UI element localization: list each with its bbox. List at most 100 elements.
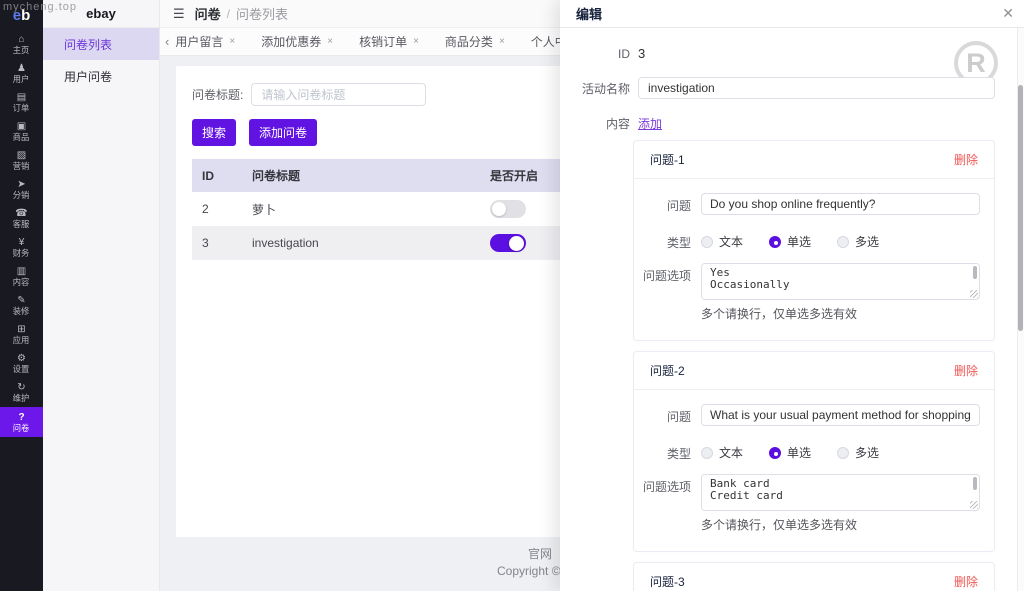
textarea-scrollbar[interactable] <box>973 477 977 490</box>
options-label: 问题选项 <box>634 263 691 284</box>
tab-goods-category[interactable]: 商品分类× <box>445 33 505 50</box>
radio-unchecked-icon <box>701 236 713 248</box>
add-questionnaire-button[interactable]: 添加问卷 <box>249 119 317 146</box>
textarea-scrollbar[interactable] <box>973 266 977 279</box>
watermark: mycheng.top <box>3 1 77 13</box>
breadcrumb-section: 问卷 <box>195 4 221 23</box>
home-icon: ⌂ <box>18 34 24 45</box>
question-card-2: 问题-2 删除 问题 类型 文本 单选 多选 <box>633 351 995 552</box>
rail-item-questionnaire[interactable]: ?问卷 <box>0 407 43 437</box>
radio-option-single[interactable]: 单选 <box>769 233 811 250</box>
goods-icon: ▣ <box>17 121 26 132</box>
footer-copyright: Copyright © <box>497 564 561 578</box>
search-input[interactable] <box>251 83 426 106</box>
search-button[interactable]: 搜索 <box>192 119 236 146</box>
drawer-scrollbar-track[interactable] <box>1017 28 1024 591</box>
textarea-resize-handle[interactable] <box>970 290 978 298</box>
header-id: ID <box>192 159 242 192</box>
close-icon[interactable]: × <box>229 36 235 47</box>
rail-item-marketing[interactable]: ▨营销 <box>0 146 43 175</box>
drawer-close-icon[interactable]: ✕ <box>1002 5 1014 21</box>
question-input[interactable] <box>701 193 980 215</box>
enable-toggle[interactable] <box>490 200 526 218</box>
enable-toggle[interactable] <box>490 234 526 252</box>
cell-id: 2 <box>192 192 242 226</box>
activity-name-label: 活动名称 <box>560 80 630 97</box>
options-label: 问题选项 <box>634 474 691 495</box>
rail-item-maintenance[interactable]: ↻维护 <box>0 378 43 407</box>
submenu-item-questionnaire-list[interactable]: 问卷列表 <box>43 28 159 60</box>
options-textarea[interactable]: Yes Occasionally <box>702 264 979 300</box>
delete-question-button[interactable]: 删除 <box>954 362 978 379</box>
header-title: 问卷标题 <box>242 159 480 192</box>
cell-title: 萝卜 <box>242 192 480 226</box>
collapse-menu-icon[interactable]: ☰ <box>173 6 185 22</box>
marketing-icon: ▨ <box>17 150 26 161</box>
tab-user-messages[interactable]: 用户留言× <box>175 33 235 50</box>
radio-checked-icon <box>769 236 781 248</box>
tab-scroll-left-icon[interactable]: ‹ <box>165 34 169 49</box>
rail-item-apps[interactable]: ⊞应用 <box>0 320 43 349</box>
icon-rail: eb ⌂主页 ♟用户 ▤订单 ▣商品 ▨营销 ➤分销 ☎客服 ¥财务 ▥内容 ✎… <box>0 0 43 591</box>
grid-icon: ⊞ <box>17 324 25 335</box>
rail-item-content[interactable]: ▥内容 <box>0 262 43 291</box>
bell-icon: ☎ <box>15 208 27 219</box>
rail-item-settings[interactable]: ⚙设置 <box>0 349 43 378</box>
options-textarea[interactable]: Bank card Credit card <box>702 475 979 511</box>
options-hint: 多个请换行，仅单选多选有效 <box>701 516 980 533</box>
question-card-3: 问题-3 删除 问题 <box>633 562 995 591</box>
tab-add-coupon[interactable]: 添加优惠券× <box>261 33 333 50</box>
submenu-item-user-questionnaire[interactable]: 用户问卷 <box>43 60 159 92</box>
drawer-title: 编辑 <box>576 4 602 23</box>
cell-id: 3 <box>192 226 242 260</box>
refresh-icon: ↻ <box>17 382 25 393</box>
delete-question-button[interactable]: 删除 <box>954 151 978 168</box>
question-card-title: 问题-1 <box>650 151 685 168</box>
add-question-link[interactable]: 添加 <box>638 115 662 132</box>
order-icon: ▤ <box>17 92 26 103</box>
delete-question-button[interactable]: 删除 <box>954 573 978 590</box>
question-cards: 问题-1 删除 问题 类型 文本 单选 多选 <box>633 140 995 591</box>
rail-item-home[interactable]: ⌂主页 <box>0 30 43 59</box>
edit-drawer: 编辑 ✕ R ID 3 活动名称 内容 添加 问题-1 删除 问题 <box>560 0 1024 591</box>
rail-item-finance[interactable]: ¥财务 <box>0 233 43 262</box>
radio-option-multi[interactable]: 多选 <box>837 233 879 250</box>
tab-verify-order[interactable]: 核销订单× <box>359 33 419 50</box>
close-icon[interactable]: × <box>413 36 419 47</box>
rail-item-service[interactable]: ☎客服 <box>0 204 43 233</box>
textarea-resize-handle[interactable] <box>970 501 978 509</box>
radio-option-multi[interactable]: 多选 <box>837 444 879 461</box>
close-icon[interactable]: × <box>499 36 505 47</box>
activity-name-input[interactable] <box>638 77 995 99</box>
rail-item-decoration[interactable]: ✎装修 <box>0 291 43 320</box>
user-icon: ♟ <box>17 63 26 74</box>
drawer-body: R ID 3 活动名称 内容 添加 问题-1 删除 问题 <box>560 28 1024 591</box>
rail-item-goods[interactable]: ▣商品 <box>0 117 43 146</box>
footer-site-link[interactable]: 官网 <box>528 545 552 562</box>
rail-item-users[interactable]: ♟用户 <box>0 59 43 88</box>
gear-icon: ⚙ <box>17 353 26 364</box>
breadcrumb-separator: / <box>227 7 230 21</box>
rail-item-orders[interactable]: ▤订单 <box>0 88 43 117</box>
question-label: 问题 <box>634 193 691 214</box>
radio-option-text[interactable]: 文本 <box>701 233 743 250</box>
paper-plane-icon: ➤ <box>17 179 25 190</box>
drawer-header: 编辑 ✕ <box>560 0 1024 28</box>
options-hint: 多个请换行，仅单选多选有效 <box>701 305 980 322</box>
radio-unchecked-icon <box>837 447 849 459</box>
question-card-title: 问题-2 <box>650 362 685 379</box>
close-icon[interactable]: × <box>327 36 333 47</box>
breadcrumb-page: 问卷列表 <box>236 4 288 23</box>
radio-checked-icon <box>769 447 781 459</box>
radio-unchecked-icon <box>701 447 713 459</box>
question-input[interactable] <box>701 404 980 426</box>
content-icon: ▥ <box>17 266 26 277</box>
drawer-scrollbar-thumb[interactable] <box>1018 85 1023 331</box>
rail-item-distribution[interactable]: ➤分销 <box>0 175 43 204</box>
radio-option-single[interactable]: 单选 <box>769 444 811 461</box>
brush-icon: ✎ <box>17 295 25 306</box>
finance-icon: ¥ <box>19 237 25 248</box>
radio-option-text[interactable]: 文本 <box>701 444 743 461</box>
question-label: 问题 <box>634 404 691 425</box>
id-value: 3 <box>638 46 645 61</box>
